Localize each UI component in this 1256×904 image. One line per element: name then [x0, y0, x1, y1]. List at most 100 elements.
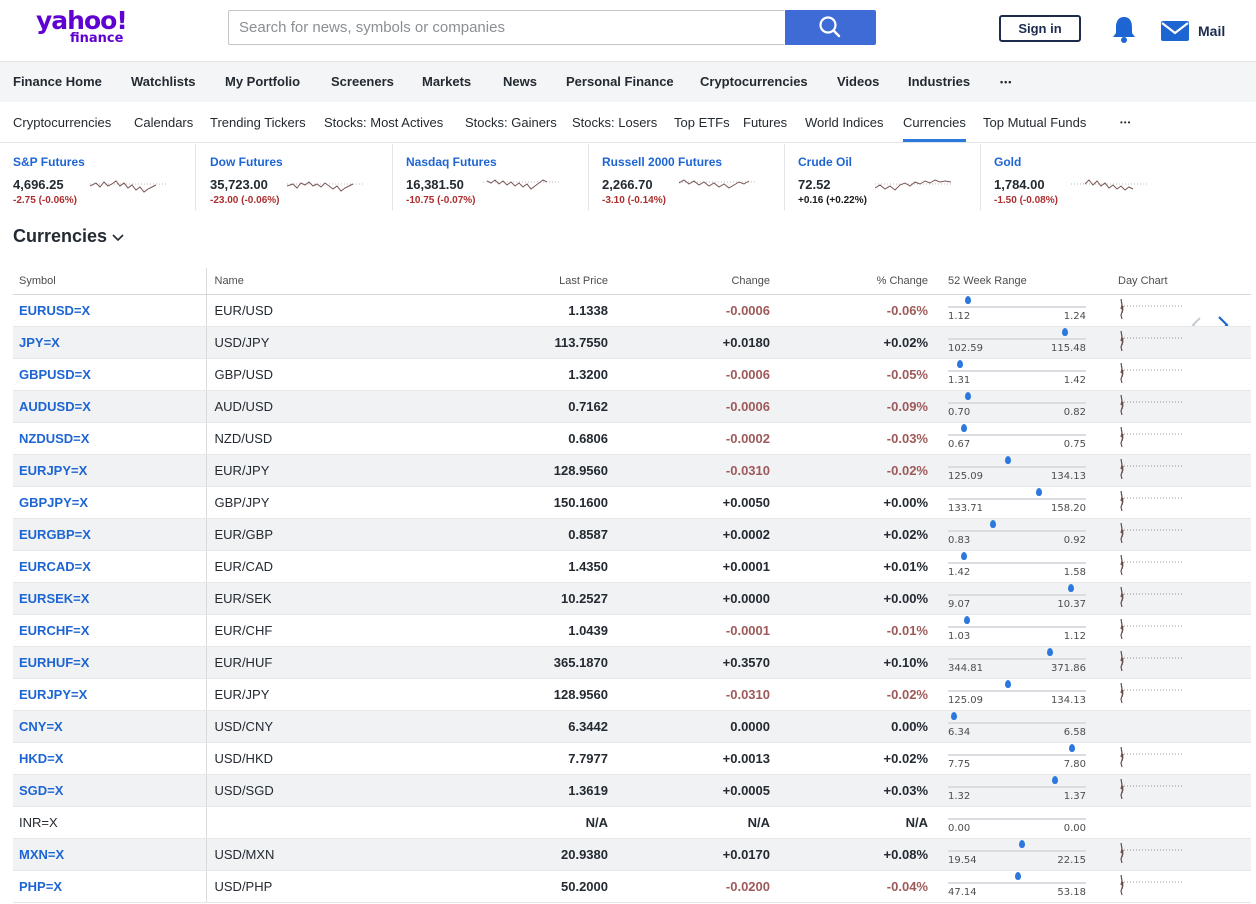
symbol-link[interactable]: PHP=X [13, 870, 207, 903]
range-track [948, 338, 1086, 340]
table-row[interactable]: MXN=X USD/MXN 20.9380 +0.0170 +0.08% 19.54 22.… [13, 838, 1251, 871]
col-header-pct-change[interactable]: % Change [770, 268, 928, 295]
table-row[interactable]: EURJPY=X EUR/JPY 128.9560 -0.0310 -0.02% 125.… [13, 678, 1251, 711]
subnav-top-etfs[interactable]: Top ETFs [674, 115, 730, 130]
ticker-name[interactable]: Russell 2000 Futures [602, 155, 722, 169]
col-header-name[interactable]: Name [206, 268, 406, 295]
ticker-name[interactable]: Nasdaq Futures [406, 155, 497, 169]
ticker-name[interactable]: Dow Futures [210, 155, 283, 169]
ticker-sparkline [90, 180, 168, 193]
ticker-sparkline [679, 179, 757, 189]
nav-screeners[interactable]: Screeners [331, 74, 394, 89]
page-title[interactable]: Currencies [13, 226, 107, 247]
symbol-link[interactable]: EURCHF=X [13, 614, 207, 647]
table-row[interactable]: HKD=X USD/HKD 7.7977 +0.0013 +0.02% 7.75 7.80 [13, 742, 1251, 775]
nav-more-button[interactable]: ••• [1000, 77, 1012, 87]
subnav-calendars[interactable]: Calendars [134, 115, 193, 130]
symbol-link[interactable]: GBPJPY=X [13, 486, 207, 519]
subnav-currencies[interactable]: Currencies [903, 115, 966, 142]
table-row[interactable]: CNY=X USD/CNY 6.3442 0.0000 0.00% 6.34 6.58 [13, 710, 1251, 743]
table-row[interactable]: JPY=X USD/JPY 113.7550 +0.0180 +0.02% 102.59 1… [13, 326, 1251, 359]
search-button[interactable] [785, 10, 876, 45]
yahoo-finance-logo[interactable]: yahoo! finance [36, 8, 132, 49]
subnav-losers[interactable]: Stocks: Losers [572, 115, 657, 130]
change-value: -0.0001 [608, 614, 770, 647]
nav-watchlists[interactable]: Watchlists [131, 74, 196, 89]
subnav-gainers[interactable]: Stocks: Gainers [465, 115, 557, 130]
col-header-change[interactable]: Change [608, 268, 770, 295]
chevron-down-icon[interactable] [111, 231, 125, 243]
symbol-link[interactable]: MXN=X [13, 838, 207, 871]
table-row[interactable]: GBPJPY=X GBP/JPY 150.1600 +0.0050 +0.00% 133.… [13, 486, 1251, 519]
symbol-link[interactable]: EURCAD=X [13, 550, 207, 583]
search-input[interactable] [229, 11, 784, 44]
mail-icon[interactable] [1160, 20, 1190, 42]
table-row[interactable]: GBPUSD=X GBP/USD 1.3200 -0.0006 -0.05% 1.31 1.… [13, 358, 1251, 391]
subnav-more-button[interactable]: ••• [1120, 118, 1131, 127]
range-track [948, 402, 1086, 404]
symbol-link[interactable]: GBPUSD=X [13, 358, 207, 391]
nav-news[interactable]: News [503, 74, 537, 89]
nav-finance-home[interactable]: Finance Home [13, 74, 102, 89]
symbol-link[interactable]: NZDUSD=X [13, 422, 207, 455]
symbol-link[interactable]: AUDUSD=X [13, 390, 207, 423]
last-price: 0.8587 [406, 518, 608, 551]
sign-in-button[interactable]: Sign in [999, 15, 1081, 42]
table-row[interactable]: SGD=X USD/SGD 1.3619 +0.0005 +0.03% 1.32 1.37 [13, 774, 1251, 807]
table-row[interactable]: EURCHF=X EUR/CHF 1.0439 -0.0001 -0.01% 1.03 1.… [13, 614, 1251, 647]
ticker-name[interactable]: Gold [994, 155, 1021, 169]
symbol-link[interactable]: INR=X [13, 806, 207, 839]
nav-videos[interactable]: Videos [837, 74, 879, 89]
ticker-card[interactable]: Russell 2000 Futures 2,266.70 -3.10 (-0.… [589, 144, 785, 210]
mail-link[interactable]: Mail [1198, 23, 1225, 39]
symbol-link[interactable]: EURUSD=X [13, 294, 207, 327]
nav-cryptocurrencies[interactable]: Cryptocurrencies [700, 74, 808, 89]
symbol-link[interactable]: EURGBP=X [13, 518, 207, 551]
table-row[interactable]: EURCAD=X EUR/CAD 1.4350 +0.0001 +0.01% 1.42 1.… [13, 550, 1251, 583]
col-header-last-price[interactable]: Last Price [406, 268, 608, 295]
ticker-name[interactable]: Crude Oil [798, 155, 852, 169]
subnav-top-mutual-funds[interactable]: Top Mutual Funds [983, 115, 1086, 130]
table-row[interactable]: PHP=X USD/PHP 50.2000 -0.0200 -0.04% 47.14 53.… [13, 870, 1251, 903]
table-row[interactable]: EURJPY=X EUR/JPY 128.9560 -0.0310 -0.02% 125.… [13, 454, 1251, 487]
table-row[interactable]: EURHUF=X EUR/HUF 365.1870 +0.3570 +0.10% 344.… [13, 646, 1251, 679]
table-row[interactable]: EURGBP=X EUR/GBP 0.8587 +0.0002 +0.02% 0.83 0.… [13, 518, 1251, 551]
table-row[interactable]: AUDUSD=X AUD/USD 0.7162 -0.0006 -0.09% 0.70 0.… [13, 390, 1251, 423]
symbol-link[interactable]: EURJPY=X [13, 454, 207, 487]
ticker-card[interactable]: Nasdaq Futures 16,381.50 -10.75 (-0.07%) [393, 144, 589, 210]
ticker-name[interactable]: S&P Futures [13, 155, 85, 169]
nav-my-portfolio[interactable]: My Portfolio [225, 74, 300, 89]
pct-change-value: -0.02% [770, 454, 928, 487]
subnav-cryptocurrencies[interactable]: Cryptocurrencies [13, 115, 111, 130]
range-marker [1052, 776, 1058, 784]
symbol-link[interactable]: SGD=X [13, 774, 207, 807]
notifications-bell-icon[interactable] [1110, 14, 1138, 44]
symbol-link[interactable]: JPY=X [13, 326, 207, 359]
col-header-symbol[interactable]: Symbol [13, 268, 207, 295]
ticker-card[interactable]: Dow Futures 35,723.00 -23.00 (-0.06%) [197, 144, 393, 210]
nav-personal-finance[interactable]: Personal Finance [566, 74, 674, 89]
ticker-price: 16,381.50 [406, 177, 464, 192]
change-value: -0.0006 [608, 390, 770, 423]
subnav-most-actives[interactable]: Stocks: Most Actives [324, 115, 443, 130]
symbol-link[interactable]: EURSEK=X [13, 582, 207, 615]
table-row[interactable]: EURSEK=X EUR/SEK 10.2527 +0.0000 +0.00% 9.07 1… [13, 582, 1251, 615]
table-row[interactable]: INR=X N/A N/A N/A 0.00 0.00 [13, 806, 1251, 839]
subnav-trending-tickers[interactable]: Trending Tickers [210, 115, 306, 130]
table-row[interactable]: EURUSD=X EUR/USD 1.1338 -0.0006 -0.06% 1.12 1.… [13, 294, 1251, 327]
day-chart-cell [1098, 358, 1251, 391]
ticker-card[interactable]: S&P Futures 4,696.25 -2.75 (-0.06%) [0, 144, 196, 210]
ticker-card[interactable]: Gold 1,784.00 -1.50 (-0.08%) [981, 144, 1186, 210]
symbol-link[interactable]: HKD=X [13, 742, 207, 775]
symbol-link[interactable]: EURJPY=X [13, 678, 207, 711]
subnav-world-indices[interactable]: World Indices [805, 115, 884, 130]
symbol-link[interactable]: EURHUF=X [13, 646, 207, 679]
nav-industries[interactable]: Industries [908, 74, 970, 89]
nav-markets[interactable]: Markets [422, 74, 471, 89]
symbol-link[interactable]: CNY=X [13, 710, 207, 743]
table-body: EURUSD=X EUR/USD 1.1338 -0.0006 -0.06% 1.12 1.… [13, 294, 1251, 903]
table-row[interactable]: NZDUSD=X NZD/USD 0.6806 -0.0002 -0.03% 0.67 0.… [13, 422, 1251, 455]
ticker-card[interactable]: Crude Oil 72.52 +0.16 (+0.22%) [785, 144, 981, 210]
pct-change-value: -0.06% [770, 294, 928, 327]
subnav-futures[interactable]: Futures [743, 115, 787, 130]
